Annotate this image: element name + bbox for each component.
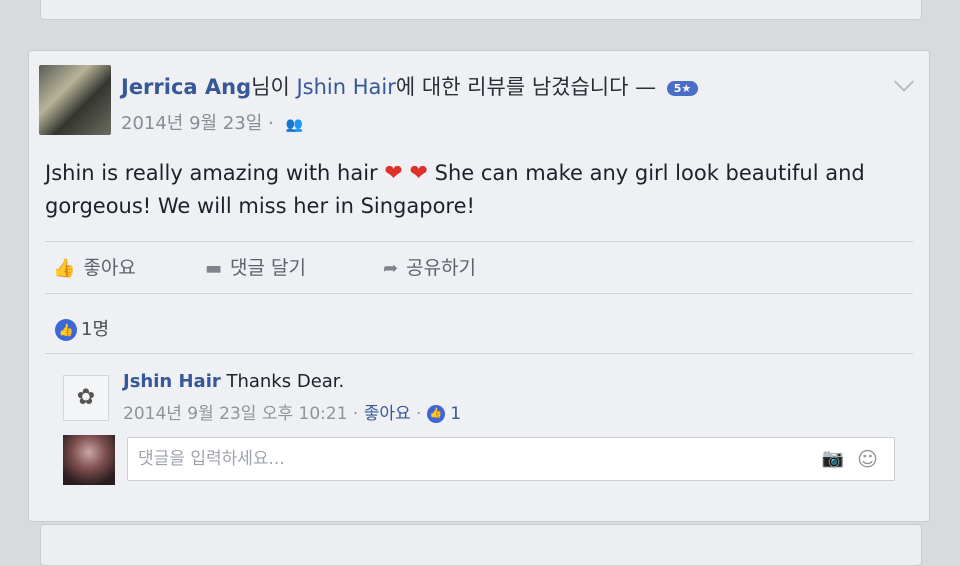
- heart-icon: ❤: [409, 161, 428, 186]
- reaction-count: 1명: [81, 319, 110, 340]
- page-name-link[interactable]: Jshin Hair: [296, 75, 395, 99]
- smile-icon[interactable]: ☺: [857, 438, 878, 480]
- comment-meta: 2014년 9월 23일 오후 10:21 · 좋아요 · 👍 1: [123, 399, 461, 424]
- previous-post-card-edge: [40, 0, 922, 20]
- page-avatar[interactable]: ✿: [63, 375, 109, 421]
- like-button[interactable]: 👍 좋아요: [53, 253, 136, 280]
- like-reaction-icon: 👍: [55, 319, 77, 341]
- post-date[interactable]: 2014년 9월 23일 ·: [121, 113, 274, 134]
- reaction-summary[interactable]: 👍 1명: [55, 315, 109, 341]
- camera-icon[interactable]: 📷: [822, 438, 844, 480]
- review-post-card: Jerrica Ang님이 Jshin Hair에 대한 리뷰를 남겼습니다 —…: [28, 50, 930, 522]
- comment-like-count[interactable]: 1: [450, 404, 461, 424]
- comment: Jshin Hair Thanks Dear.: [123, 371, 344, 392]
- post-text-part-1: Jshin is really amazing with hair: [45, 161, 385, 185]
- comment-label: 댓글 달기: [230, 257, 306, 279]
- author-name-link[interactable]: Jerrica Ang: [121, 75, 251, 99]
- comment-button[interactable]: ▬ 댓글 달기: [205, 253, 306, 280]
- divider: [45, 293, 913, 294]
- separator: ·: [410, 404, 422, 424]
- comment-author-link[interactable]: Jshin Hair: [123, 371, 221, 392]
- speech-bubble-icon: ▬: [205, 258, 223, 279]
- share-button[interactable]: ➦ 공유하기: [383, 253, 476, 280]
- comment-timestamp[interactable]: 2014년 9월 23일 오후 10:21 ·: [123, 404, 358, 424]
- rating-badge: 5★: [666, 80, 699, 96]
- like-reaction-icon: 👍: [426, 405, 445, 423]
- comment-input-placeholder: 댓글을 입력하세요...: [138, 449, 285, 469]
- comment-text: Thanks Dear.: [226, 371, 345, 392]
- header-text-1: 님이: [251, 75, 297, 99]
- thumbs-up-icon: 👍: [53, 258, 76, 279]
- next-post-card-edge: [40, 524, 922, 566]
- divider: [45, 353, 913, 354]
- post-meta: 2014년 9월 23일 · 👥: [121, 109, 303, 135]
- author-avatar[interactable]: [39, 65, 111, 135]
- post-body: Jshin is really amazing with hair ❤ ❤ Sh…: [45, 157, 905, 222]
- post-options-chevron-icon[interactable]: [894, 72, 914, 92]
- post-header: Jerrica Ang님이 Jshin Hair에 대한 리뷰를 남겼습니다 —…: [121, 71, 699, 101]
- comment-like-button[interactable]: 좋아요: [364, 404, 411, 424]
- current-user-avatar: [63, 435, 115, 485]
- friends-icon[interactable]: 👥: [285, 117, 302, 133]
- heart-icon: ❤: [384, 161, 403, 186]
- post-actions: 👍 좋아요 ▬ 댓글 달기 ➦ 공유하기: [45, 253, 913, 287]
- like-label: 좋아요: [83, 257, 136, 279]
- divider: [45, 241, 913, 242]
- header-text-2: 에 대한 리뷰를 남겼습니다 —: [395, 75, 663, 99]
- share-label: 공유하기: [406, 257, 477, 279]
- comment-input[interactable]: 댓글을 입력하세요... 📷 ☺: [127, 437, 895, 481]
- share-arrow-icon: ➦: [383, 258, 399, 279]
